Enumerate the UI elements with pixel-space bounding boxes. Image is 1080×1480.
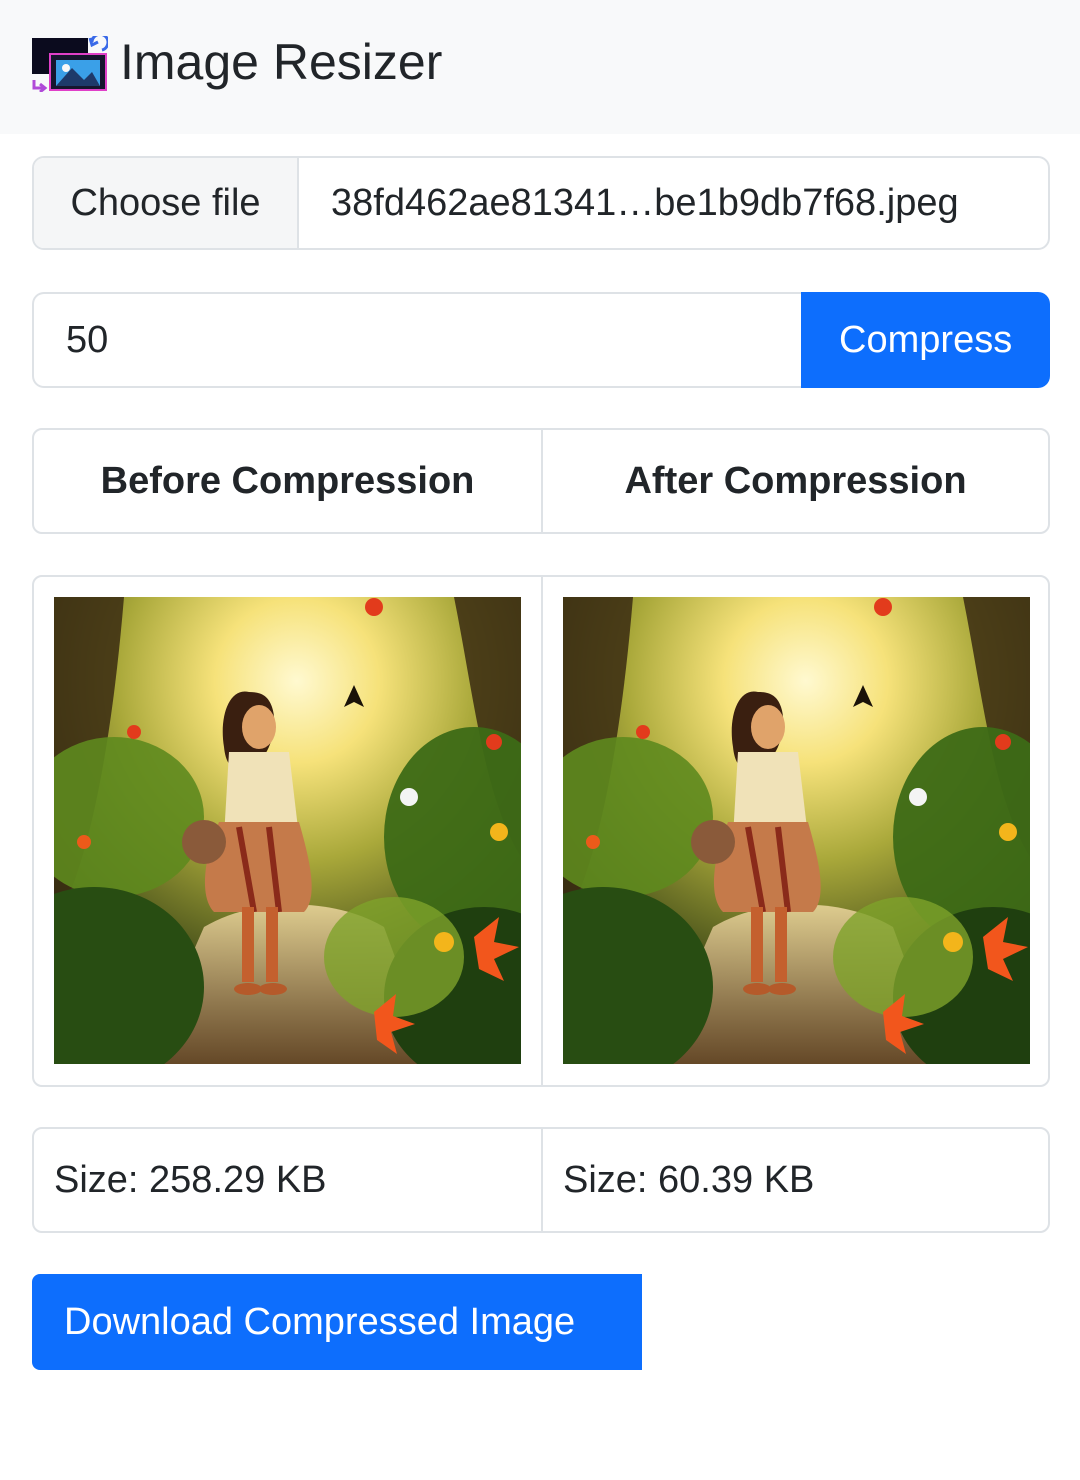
comparison-image-row [32, 575, 1050, 1087]
image-resize-icon [32, 36, 108, 92]
original-image [54, 597, 521, 1064]
before-image-cell [34, 577, 541, 1085]
after-compression-header: After Compression [541, 430, 1048, 532]
compressed-size: Size: 60.39 KB [541, 1129, 1048, 1231]
file-input[interactable]: Choose file 38fd462ae81341…be1b9db7f68.j… [32, 156, 1050, 250]
compressed-image [563, 597, 1030, 1064]
selected-file-name: 38fd462ae81341…be1b9db7f68.jpeg [331, 181, 959, 224]
comparison-size-row: Size: 258.29 KB Size: 60.39 KB [32, 1127, 1050, 1233]
compress-button[interactable]: Compress [801, 292, 1050, 388]
choose-file-button[interactable]: Choose file [34, 158, 299, 248]
after-image-cell [541, 577, 1048, 1085]
quality-input-group: 50 Compress [32, 292, 1050, 388]
comparison-header-row: Before Compression After Compression [32, 428, 1050, 534]
original-size: Size: 258.29 KB [54, 1158, 327, 1201]
app-title: Image Resizer [120, 34, 443, 90]
download-compressed-button[interactable]: Download Compressed Image [32, 1274, 642, 1370]
quality-input[interactable]: 50 [32, 292, 802, 388]
navbar: Image Resizer [0, 0, 1080, 134]
before-compression-header: Before Compression [100, 459, 475, 502]
